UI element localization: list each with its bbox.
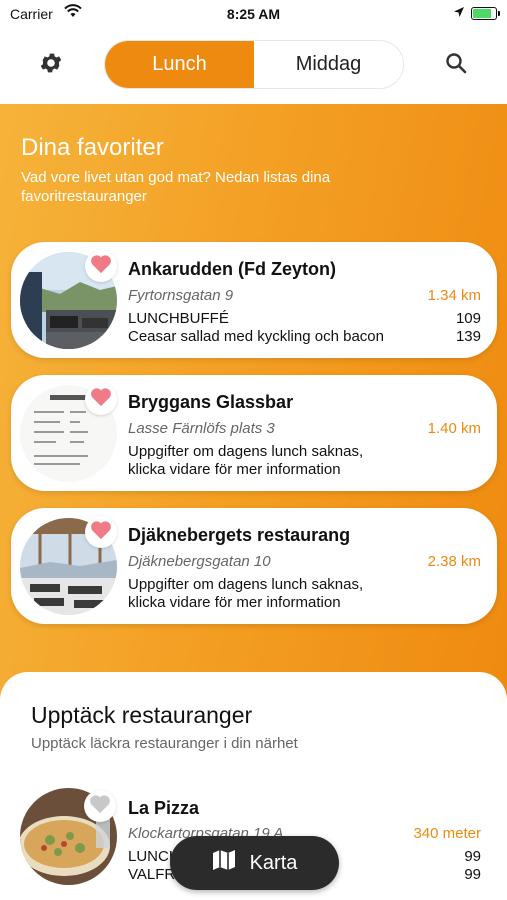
favorite-button[interactable]: [85, 516, 117, 548]
restaurant-name: La Pizza: [128, 798, 200, 818]
section-subtitle: Upptäck läckra restauranger i din närhet: [31, 735, 298, 752]
top-navigation-bar: Lunch Middag: [0, 30, 507, 104]
restaurant-distance: 2.38 km: [427, 553, 481, 570]
section-title: Upptäck restauranger: [31, 702, 253, 728]
restaurant-address: Lasse Färnlöfs plats 3: [128, 420, 275, 437]
restaurant-name: Bryggans Glassbar: [128, 392, 294, 412]
search-button[interactable]: [441, 50, 471, 80]
menu-item: klicka vidare för mer information: [128, 594, 341, 611]
map-button-label: Karta: [249, 851, 298, 874]
menu-price: 139: [455, 328, 481, 345]
restaurant-distance: 1.40 km: [427, 420, 481, 437]
heart-icon: [89, 794, 111, 819]
favorite-button[interactable]: [85, 250, 117, 282]
gear-icon: [38, 50, 64, 81]
menu-item: Uppgifter om dagens lunch saknas,: [128, 443, 364, 460]
heart-icon: [90, 254, 112, 279]
search-icon: [444, 51, 468, 80]
tab-dinner[interactable]: Middag: [254, 41, 403, 88]
restaurant-distance: 340 meter: [413, 825, 481, 842]
restaurant-name: Ankarudden (Fd Zeyton): [128, 259, 336, 279]
heart-icon: [90, 387, 112, 412]
status-bar: Carrier 8:25 AM: [0, 0, 507, 30]
favorites-section: Dina favoriter Vad vore livet utan god m…: [0, 104, 507, 700]
menu-price: 99: [464, 848, 481, 865]
section-title: Dina favoriter: [21, 134, 164, 161]
restaurant-card[interactable]: Ankarudden (Fd Zeyton) Fyrtornsgatan 9 1…: [11, 242, 497, 358]
heart-icon: [90, 520, 112, 545]
menu-item: Uppgifter om dagens lunch saknas,: [128, 576, 364, 593]
clock: 8:25 AM: [226, 6, 281, 22]
restaurant-distance: 1.34 km: [427, 287, 481, 304]
menu-price: 109: [455, 310, 481, 327]
location-arrow-icon: [453, 5, 465, 21]
menu-item: klicka vidare för mer information: [128, 461, 341, 478]
restaurant-card[interactable]: Djäknebergets restaurang Djäknebergsgata…: [11, 508, 497, 624]
restaurant-name: Djäknebergets restaurang: [128, 525, 351, 545]
battery-icon: [471, 6, 500, 20]
restaurant-card[interactable]: Bryggans Glassbar Lasse Färnlöfs plats 3…: [11, 375, 497, 491]
favorite-button[interactable]: [84, 790, 116, 822]
menu-item: Ceasar sallad med kyckling och bacon: [128, 328, 384, 345]
menu-item: LUNCHBUFFÉ: [128, 310, 229, 327]
tab-lunch[interactable]: Lunch: [105, 41, 254, 88]
meal-type-segmented-control: Lunch Middag: [104, 40, 404, 89]
menu-price: 99: [464, 866, 481, 883]
settings-button[interactable]: [36, 50, 66, 80]
restaurant-address: Fyrtornsgatan 9: [128, 287, 234, 304]
restaurant-address: Djäknebergsgatan 10: [128, 553, 271, 570]
status-indicators: [453, 5, 500, 21]
map-icon: [212, 849, 236, 877]
favorite-button[interactable]: [85, 383, 117, 415]
map-button[interactable]: Karta: [170, 836, 339, 890]
section-subtitle: Vad vore livet utan god mat? Nedan lista…: [21, 169, 331, 205]
